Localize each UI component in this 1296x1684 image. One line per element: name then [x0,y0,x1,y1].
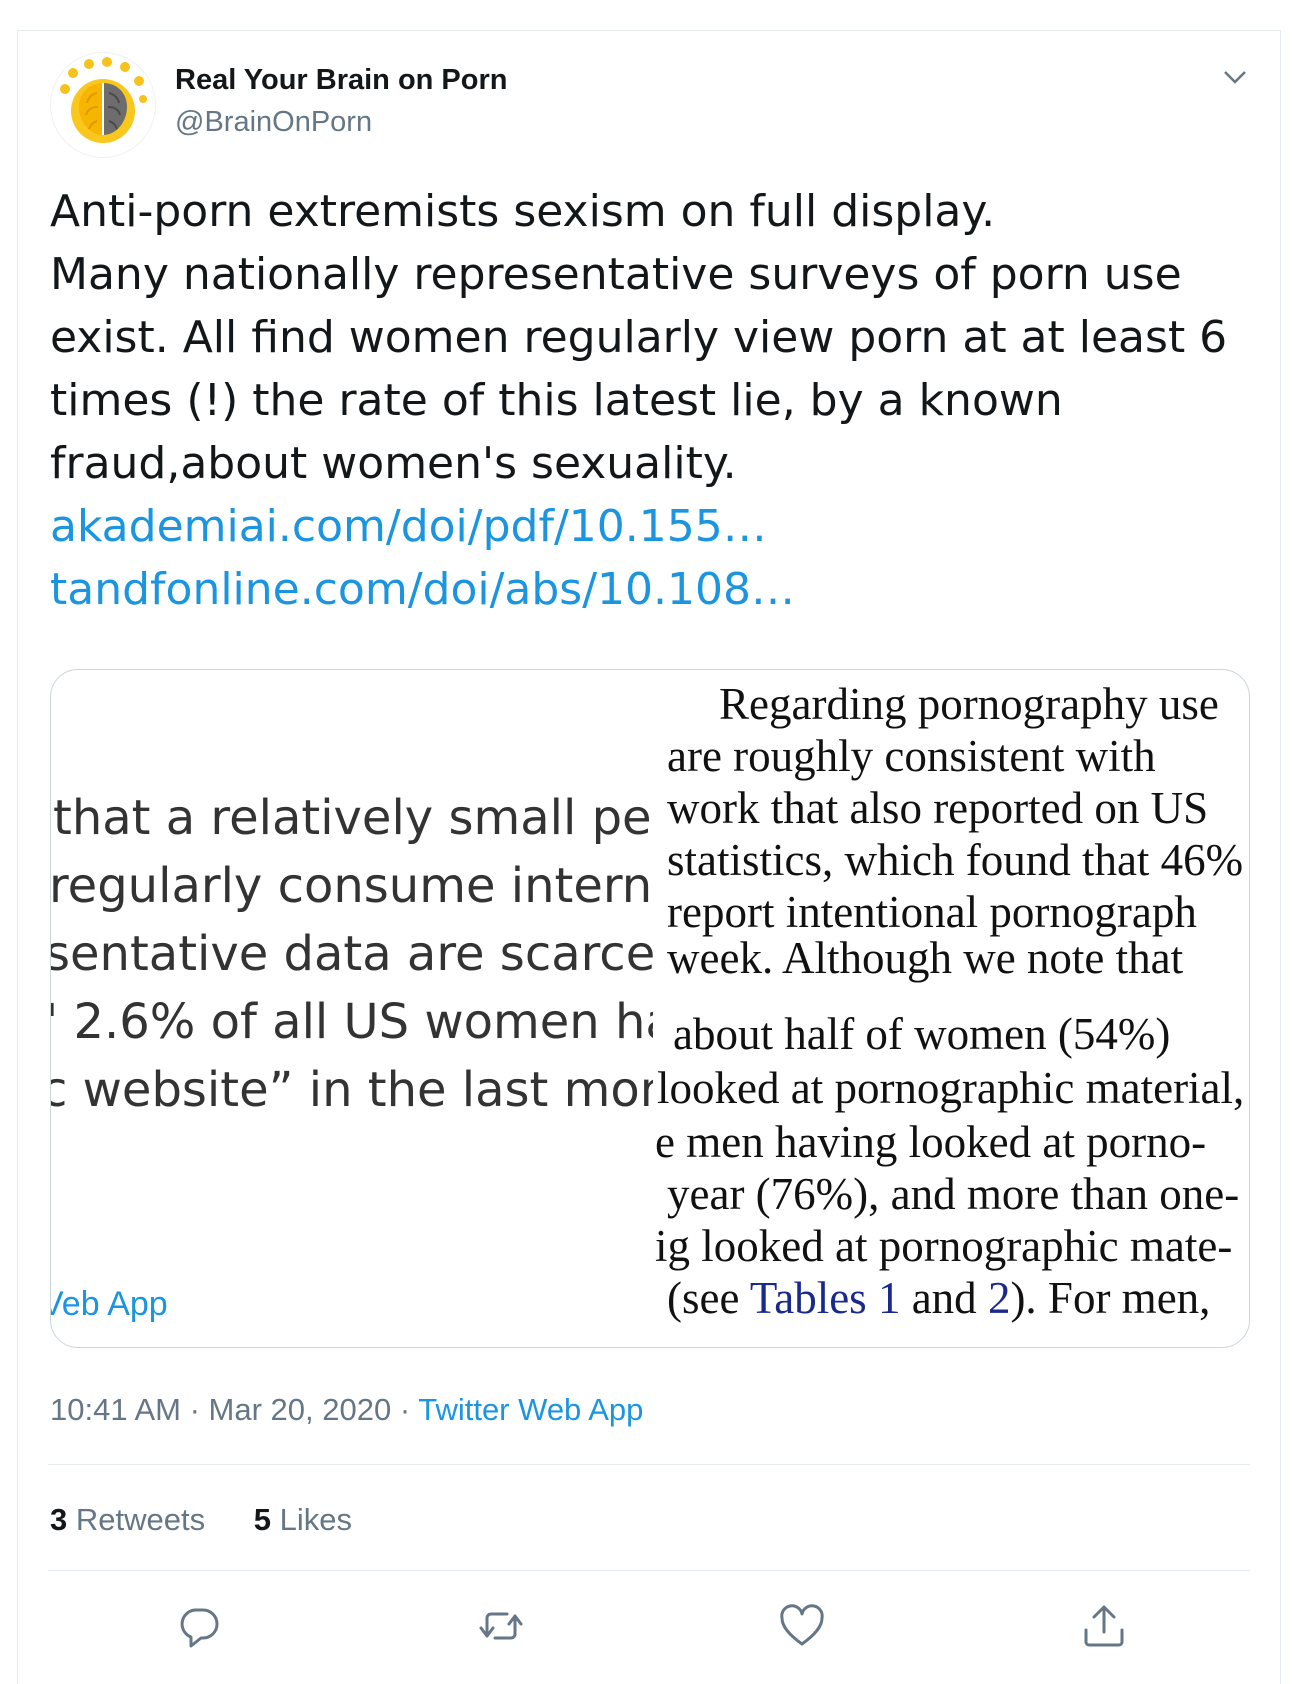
like-button[interactable] [778,1602,826,1650]
retweet-icon [479,1612,523,1640]
meta-separator: · [180,1392,209,1427]
like-icon [780,1604,824,1646]
likes-stat[interactable]: 5 Likes [254,1502,352,1537]
tweet-line: exist. All find women regularly view por… [50,312,1228,363]
table-reference: 2 [987,1273,1011,1323]
author-handle[interactable]: @BrainOnPorn [175,106,372,139]
image-text-line: c website” in the last mont [51,1062,653,1118]
chevron-down-icon [1224,71,1246,84]
image-text-fragment: (see [667,1273,750,1323]
image-text-line: about half of women (54%) [673,1009,1171,1059]
meta-separator: · [391,1392,419,1427]
image-text-line: report intentional pornograph [667,887,1197,937]
retweets-stat[interactable]: 3 Retweets [50,1502,205,1537]
divider [48,1570,1250,1571]
tweet-date[interactable]: Mar 20, 2020 [209,1392,392,1427]
media-image-left[interactable]: that a relatively small perc regularly c… [51,670,653,1347]
tweet-link-akademiai[interactable]: akademiai.com/doi/pdf/10.155… [50,495,1230,558]
avatar[interactable] [50,52,156,158]
retweet-button[interactable] [477,1602,525,1650]
tweet-source-link[interactable]: Twitter Web App [418,1392,643,1427]
tweet-line: fraud,about women's sexuality. [50,438,737,489]
reply-icon [180,1608,219,1648]
image-caption: Veb App [51,1285,168,1323]
image-text-line: work that also reported on US [667,783,1209,833]
image-text-line: ' 2.6% of all US women ha [51,994,653,1050]
image-text-line: are roughly consistent with [667,731,1156,781]
retweets-count: 3 [50,1502,68,1537]
media-image-right[interactable]: Regarding pornography use are roughly co… [653,670,1249,1347]
image-text-line: week. Although we note that [667,933,1184,983]
tweet-stats: 3 Retweets 5 Likes [50,1502,392,1538]
image-text-line: sentative data are scarce, l [51,926,653,982]
share-icon [1084,1605,1124,1647]
image-text-line: ig looked at pornographic mate- [655,1221,1233,1271]
image-text-line: that a relatively small perc [53,790,653,846]
image-text-line: looked at pornographic material, [657,1063,1245,1113]
tweet-text: Anti-porn extremists sexism on full disp… [50,180,1230,621]
image-text-line: year (76%), and more than one- [667,1169,1240,1219]
image-text-line: statistics, which found that 46% [667,835,1244,885]
image-text-line: (see Tables 1 and 2). For men, [667,1272,1210,1324]
reply-button[interactable] [175,1602,223,1650]
tweet-time[interactable]: 10:41 AM [50,1392,181,1427]
likes-count: 5 [253,1502,271,1537]
tweet-line: times (!) the rate of this latest lie, b… [50,375,1063,426]
image-text-line: Regarding pornography use [719,679,1219,729]
image-text-fragment: and [900,1273,988,1323]
retweets-label: Retweets [75,1502,206,1537]
share-button[interactable] [1080,1602,1128,1650]
tweet-actions [0,1602,1296,1662]
divider [48,1464,1250,1465]
tweet-line: Many nationally representative surveys o… [50,249,1182,300]
image-text-fragment: ). For men, [1010,1273,1211,1323]
more-options-button[interactable] [1220,64,1250,90]
likes-label: Likes [279,1502,352,1537]
tweet-link-tandfonline[interactable]: tandfonline.com/doi/abs/10.108… [50,558,1230,621]
image-text-line: e men having looked at porno- [655,1117,1207,1167]
tweet-line: Anti-porn extremists sexism on full disp… [50,186,996,237]
tables-reference: Tables 1 [749,1273,901,1323]
tweet-meta: 10:41 AM · Mar 20, 2020 · Twitter Web Ap… [50,1392,643,1428]
author-name[interactable]: Real Your Brain on Porn [175,64,507,97]
brain-logo-icon [51,53,155,157]
tweet-media[interactable]: that a relatively small perc regularly c… [50,669,1250,1348]
image-text-line: regularly consume interne [51,858,653,914]
